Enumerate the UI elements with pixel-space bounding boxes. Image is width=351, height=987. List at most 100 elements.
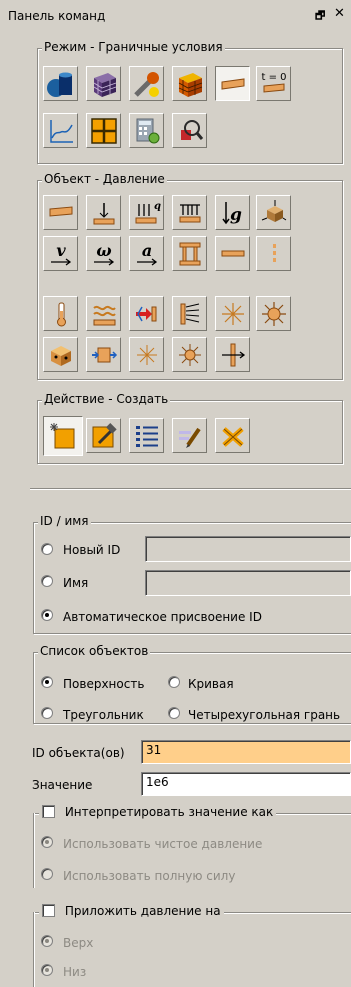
full-force-radio[interactable] [41, 868, 53, 880]
gravity-g-button[interactable]: g [215, 195, 250, 230]
pressure-button[interactable] [43, 195, 78, 230]
curve-radio[interactable] [168, 676, 180, 688]
inspect-zoom-icon [180, 119, 203, 140]
create-action-icon [50, 423, 75, 449]
load-curve-button[interactable] [43, 113, 78, 148]
object-ids-label: ID объекта(ов) [32, 746, 125, 760]
surface-label: Поверхность [63, 677, 145, 691]
calculator-settings-icon [136, 118, 159, 143]
close-icon[interactable]: ✕ [334, 6, 345, 21]
acceleration-a-icon: a [136, 241, 157, 266]
interpret-checkbox[interactable] [42, 805, 55, 818]
grid-mode-button[interactable] [86, 113, 121, 148]
svg-text:v: v [56, 241, 66, 260]
list-action-button[interactable] [129, 418, 164, 453]
top-radio[interactable] [41, 935, 53, 947]
volume-flux-button[interactable] [86, 337, 121, 372]
restore-icon[interactable]: 🗗 [315, 7, 325, 26]
surface-radio[interactable] [41, 676, 53, 688]
geometry-mode-button[interactable] [43, 66, 78, 101]
svg-text:g: g [230, 205, 242, 225]
acceleration-a-button[interactable]: a [129, 236, 164, 271]
connector-arrow-button[interactable] [215, 337, 250, 372]
bottom-radio[interactable] [41, 964, 53, 976]
force-button[interactable] [86, 195, 121, 230]
apply-group-title: Приложить давление на [64, 903, 221, 918]
modify-action-button[interactable] [86, 418, 121, 453]
elements-mode-icon [178, 72, 202, 97]
heat-flux-button[interactable] [129, 296, 164, 331]
curve-label: Кривая [188, 677, 234, 691]
material-mode-icon [133, 71, 159, 97]
boundary-conditions-mode-button[interactable] [215, 66, 250, 101]
calculator-settings-button[interactable] [129, 113, 164, 148]
pure-pressure-label: Использовать чистое давление [63, 837, 263, 851]
connector-arrow-icon [221, 343, 245, 366]
column-support-icon [179, 242, 200, 265]
mesh-mode-icon [93, 72, 116, 97]
interpret-group-left-line [33, 813, 35, 888]
gravity-g-icon: g [221, 201, 242, 225]
initial-conditions-mode-icon: t = 0 [261, 72, 286, 93]
delete-action-button[interactable] [215, 418, 250, 453]
sparkle-source-icon [221, 302, 244, 325]
apply-group-header: Приложить давление на [39, 903, 224, 918]
angular-velocity-omega-button[interactable]: ω [86, 236, 121, 271]
quad-label: Четырехугольная грань [188, 708, 341, 722]
inspect-zoom-button[interactable] [172, 113, 207, 148]
name-label: Имя [63, 576, 89, 590]
name-radio[interactable] [41, 575, 53, 587]
panel-titlebar: Панель команд 🗗 ✕ [0, 0, 351, 30]
velocity-v-button[interactable]: v [43, 236, 78, 271]
value-field[interactable]: 1e6 [141, 772, 351, 796]
pure-pressure-radio[interactable] [41, 836, 53, 848]
new-id-field[interactable] [145, 536, 351, 562]
svg-text:t = 0: t = 0 [261, 72, 286, 83]
angular-velocity-omega-icon: ω [93, 241, 114, 266]
temperature-icon [56, 302, 66, 326]
geometry-mode-icon [46, 72, 72, 97]
mesh-mode-button[interactable] [86, 66, 121, 101]
auto-id-radio[interactable] [41, 609, 53, 621]
pressure-surface-button[interactable] [172, 195, 207, 230]
apply-pressure-checkbox[interactable] [42, 904, 55, 917]
rename-action-icon [178, 427, 201, 448]
object-ids-field[interactable]: 31 [141, 740, 351, 764]
quad-label-clip: Четырехугольная грань [188, 708, 351, 722]
mode-group-title: Режим - Граничные условия [42, 40, 225, 54]
grid-mode-icon [90, 117, 117, 144]
radiation-button[interactable] [172, 296, 207, 331]
auto-id-label: Автоматическое присвоение ID [63, 610, 262, 624]
id-name-group-title: ID / имя [38, 514, 91, 528]
sun-source-button[interactable] [256, 296, 291, 331]
column-support-button[interactable] [172, 236, 207, 271]
small-sparkle-button[interactable] [129, 337, 164, 372]
small-sparkle-icon [136, 344, 157, 365]
top-label: Верх [63, 936, 94, 950]
distributed-load-q-icon: q [135, 201, 161, 223]
beam-bc-button[interactable] [215, 236, 250, 271]
sun-source-icon [261, 301, 286, 326]
triangle-radio[interactable] [41, 707, 53, 719]
beam-bc-icon [221, 250, 244, 256]
initial-conditions-mode-button[interactable]: t = 0 [256, 66, 291, 101]
material-mode-button[interactable] [129, 66, 164, 101]
panel-title: Панель команд [8, 9, 106, 23]
convection-button[interactable] [86, 296, 121, 331]
elements-mode-button[interactable] [172, 66, 207, 101]
dashed-bc-button[interactable] [256, 236, 291, 271]
new-id-radio[interactable] [41, 543, 53, 555]
delete-action-icon [221, 426, 244, 447]
boundary-conditions-mode-icon [221, 77, 244, 90]
create-action-button[interactable] [43, 416, 83, 456]
bottom-label: Низ [63, 965, 87, 979]
quad-radio[interactable] [168, 707, 180, 719]
temperature-button[interactable] [43, 296, 78, 331]
small-sun-button[interactable] [172, 337, 207, 372]
name-field[interactable] [145, 570, 351, 596]
sparkle-source-button[interactable] [215, 296, 250, 331]
contact-box-button[interactable] [43, 337, 78, 372]
rigid-body-button[interactable] [256, 195, 291, 230]
rename-action-button[interactable] [172, 418, 207, 453]
distributed-load-q-button[interactable]: q [129, 195, 164, 230]
